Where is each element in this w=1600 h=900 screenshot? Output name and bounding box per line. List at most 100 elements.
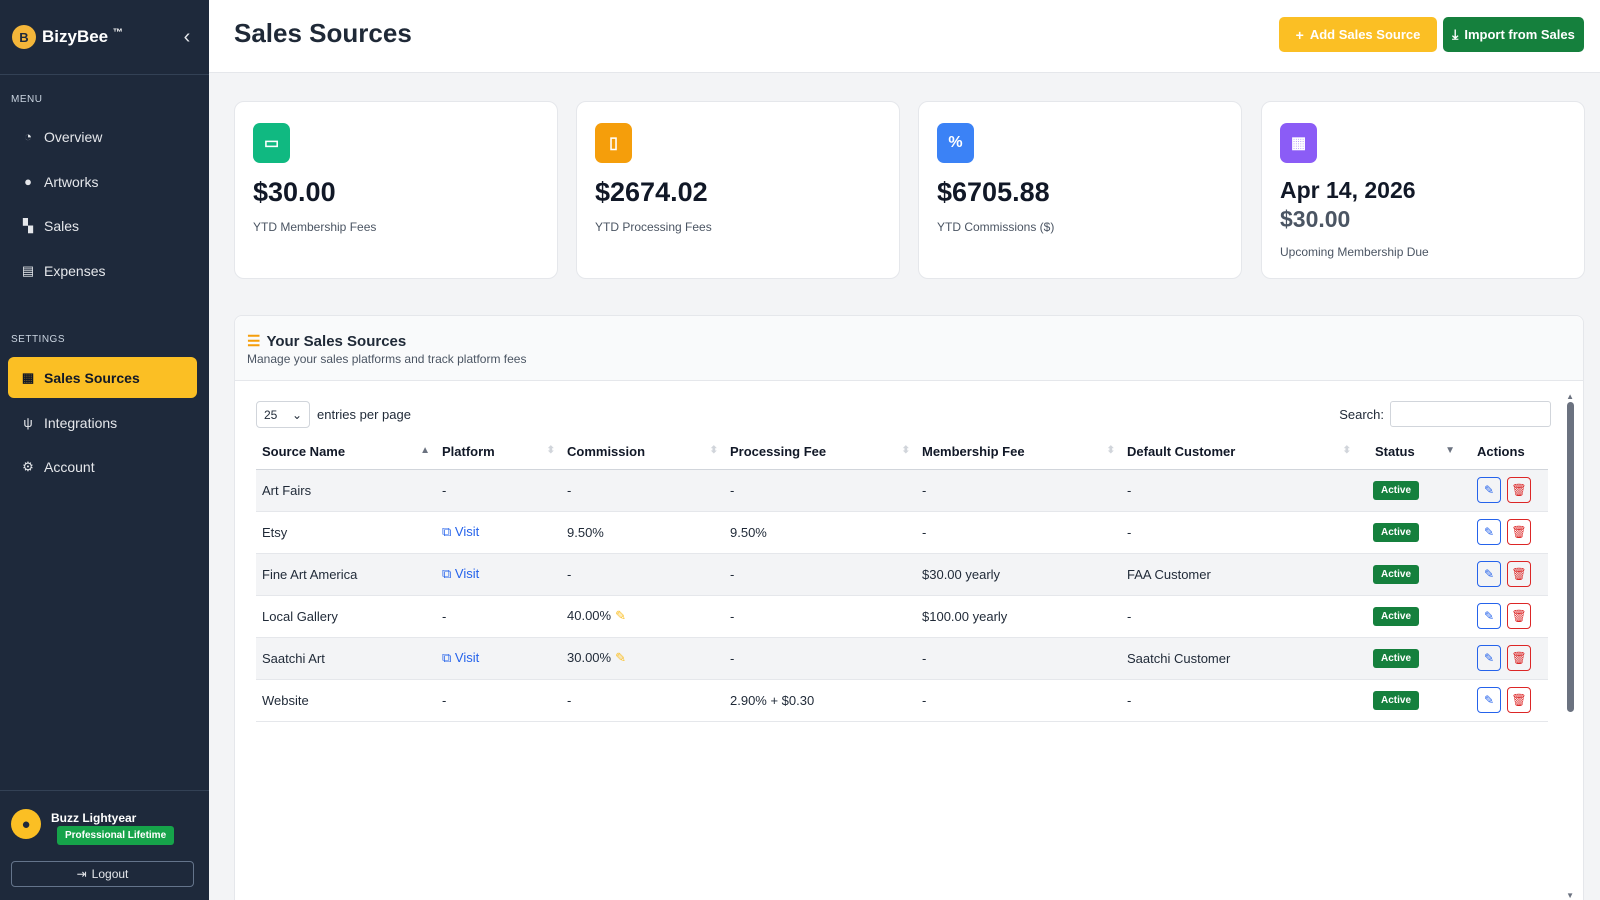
table-row: Art Fairs - - - - - Active ✎ 🗑 <box>256 469 1548 512</box>
import-from-sales-button[interactable]: ⤓ Import from Sales <box>1443 17 1584 52</box>
status-badge: Active <box>1373 522 1420 542</box>
delete-button[interactable]: 🗑 <box>1507 561 1531 587</box>
cell-status: Active <box>1357 469 1461 512</box>
sales-sources-table: Source Name ▲ Platform ⬍ Commission ⬍ Proce… <box>256 434 1548 722</box>
edit-button[interactable]: ✎ <box>1477 603 1501 629</box>
sidebar-item-overview[interactable]: ◔ Overview <box>8 116 197 157</box>
edit-button[interactable]: ✎ <box>1477 645 1501 671</box>
cell-default-customer: - <box>1121 469 1357 512</box>
trash-icon: 🗑 <box>1511 651 1527 665</box>
cell-platform: - <box>436 595 561 638</box>
pencil-icon[interactable]: ✎ <box>615 650 626 665</box>
cell-processing-fee: - <box>724 595 916 638</box>
column-header-source-name[interactable]: Source Name ▲ <box>256 434 436 470</box>
cell-status: Active <box>1357 637 1461 680</box>
cell-source-name: Website <box>256 679 436 722</box>
cell-platform: ⧉ Visit <box>436 511 561 554</box>
sidebar-item-sales[interactable]: ▚ Sales <box>8 205 197 246</box>
delete-button[interactable]: 🗑 <box>1507 519 1531 545</box>
search-control: Search: <box>1339 401 1551 427</box>
collapse-sidebar-icon[interactable]: ‹ <box>177 26 197 49</box>
visit-link[interactable]: ⧉ Visit <box>442 650 479 665</box>
cell-membership-fee: - <box>916 637 1121 680</box>
logout-button[interactable]: ⇥ Logout <box>11 861 194 887</box>
edit-icon: ✎ <box>1483 651 1495 665</box>
status-badge: Active <box>1373 606 1420 626</box>
delete-button[interactable]: 🗑 <box>1507 687 1531 713</box>
visit-link[interactable]: ⧉ Visit <box>442 524 479 539</box>
stat-value: $30.00 <box>1280 206 1351 232</box>
edit-button[interactable]: ✎ <box>1477 687 1501 713</box>
sidebar-item-sales-sources[interactable]: ▦ Sales Sources <box>8 357 197 398</box>
edit-button[interactable]: ✎ <box>1477 561 1501 587</box>
panel-header: ☰ Your Sales Sources Manage your sales pl… <box>235 316 1583 381</box>
column-header-processing-fee[interactable]: Processing Fee ⬍ <box>724 434 916 470</box>
delete-button[interactable]: 🗑 <box>1507 603 1531 629</box>
search-input[interactable] <box>1390 401 1551 427</box>
pencil-icon[interactable]: ✎ <box>615 608 626 623</box>
status-badge: Active <box>1373 690 1420 710</box>
table-row: Saatchi Art ⧉ Visit 30.00% ✎ - - Saatchi Custo… <box>256 637 1548 680</box>
column-header-platform[interactable]: Platform ⬍ <box>436 434 561 470</box>
sidebar-item-account[interactable]: ⚙ Account <box>8 446 197 487</box>
stat-value: $30.00 <box>253 177 336 207</box>
cell-actions: ✎ 🗑 <box>1461 511 1548 554</box>
download-icon: ⤓ <box>1452 26 1459 42</box>
stat-card-processing-fees: ▯ $2674.02 YTD Processing Fees <box>576 101 900 279</box>
stat-date: Apr 14, 2026 <box>1280 177 1416 203</box>
cell-status: Active <box>1357 553 1461 596</box>
table-header-row: Source Name ▲ Platform ⬍ Commission ⬍ Proce… <box>256 434 1548 470</box>
entries-per-page-select[interactable]: 25 ⌄ <box>256 401 310 428</box>
bee-logo-icon: B <box>12 25 36 49</box>
table-row: Etsy ⧉ Visit 9.50% 9.50% - - Active ✎ 🗑 <box>256 511 1548 554</box>
cell-platform: - <box>436 469 561 512</box>
cell-actions: ✎ 🗑 <box>1461 553 1548 596</box>
logout-icon: ⇥ <box>76 867 87 881</box>
sidebar-item-expenses[interactable]: ▤ Expenses <box>8 250 197 291</box>
cell-status: Active <box>1357 511 1461 554</box>
cell-processing-fee: 2.90% + $0.30 <box>724 679 916 722</box>
cell-commission: 30.00% ✎ <box>561 637 724 680</box>
edit-button[interactable]: ✎ <box>1477 519 1501 545</box>
column-header-membership-fee[interactable]: Membership Fee ⬍ <box>916 434 1121 470</box>
column-header-status[interactable]: Status ▼ <box>1357 434 1461 470</box>
sort-icon: ⬍ <box>901 445 910 456</box>
cell-membership-fee: $100.00 yearly <box>916 595 1121 638</box>
settings-section-label: SETTINGS <box>11 334 66 345</box>
cell-membership-fee: $30.00 yearly <box>916 553 1121 596</box>
delete-button[interactable]: 🗑 <box>1507 645 1531 671</box>
column-header-default-customer[interactable]: Default Customer ⬍ <box>1121 434 1357 470</box>
scrollbar-thumb[interactable] <box>1567 402 1574 712</box>
cell-membership-fee: - <box>916 511 1121 554</box>
column-header-commission[interactable]: Commission ⬍ <box>561 434 724 470</box>
stat-label: Upcoming Membership Due <box>1280 245 1429 259</box>
status-badge: Active <box>1373 564 1420 584</box>
page-title: Sales Sources <box>234 18 412 48</box>
sort-icon: ⬍ <box>1106 445 1115 456</box>
scroll-up-icon[interactable]: ▲ <box>1566 392 1574 401</box>
sidebar-item-artworks[interactable]: ● Artworks <box>8 161 197 202</box>
scroll-down-icon[interactable]: ▼ <box>1566 891 1574 900</box>
entries-label: entries per page <box>317 407 411 422</box>
document-icon: ▯ <box>595 123 632 163</box>
panel-title: ☰ Your Sales Sources <box>247 333 407 350</box>
cell-actions: ✎ 🗑 <box>1461 679 1548 722</box>
delete-button[interactable]: 🗑 <box>1507 477 1531 503</box>
edit-icon: ✎ <box>1483 609 1495 623</box>
chevron-down-icon: ⌄ <box>291 407 302 422</box>
visit-link[interactable]: ⧉ Visit <box>442 566 479 581</box>
trash-icon: 🗑 <box>1511 483 1527 497</box>
edit-button[interactable]: ✎ <box>1477 477 1501 503</box>
cell-processing-fee: - <box>724 469 916 512</box>
brand: B BizyBee ™ ‹ <box>0 0 209 75</box>
gear-icon: ⚙ <box>22 458 34 474</box>
sidebar-item-integrations[interactable]: ψ Integrations <box>8 402 197 443</box>
stat-label: YTD Processing Fees <box>595 220 712 234</box>
edit-icon: ✎ <box>1483 483 1495 497</box>
trash-icon: 🗑 <box>1511 567 1527 581</box>
add-sales-source-button[interactable]: + Add Sales Source <box>1279 17 1437 52</box>
credit-card-icon: ▭ <box>253 123 290 163</box>
sort-asc-icon: ▲ <box>420 445 430 456</box>
sales-sources-panel: ☰ Your Sales Sources Manage your sales pl… <box>234 315 1584 900</box>
store-icon: ▦ <box>21 369 35 385</box>
